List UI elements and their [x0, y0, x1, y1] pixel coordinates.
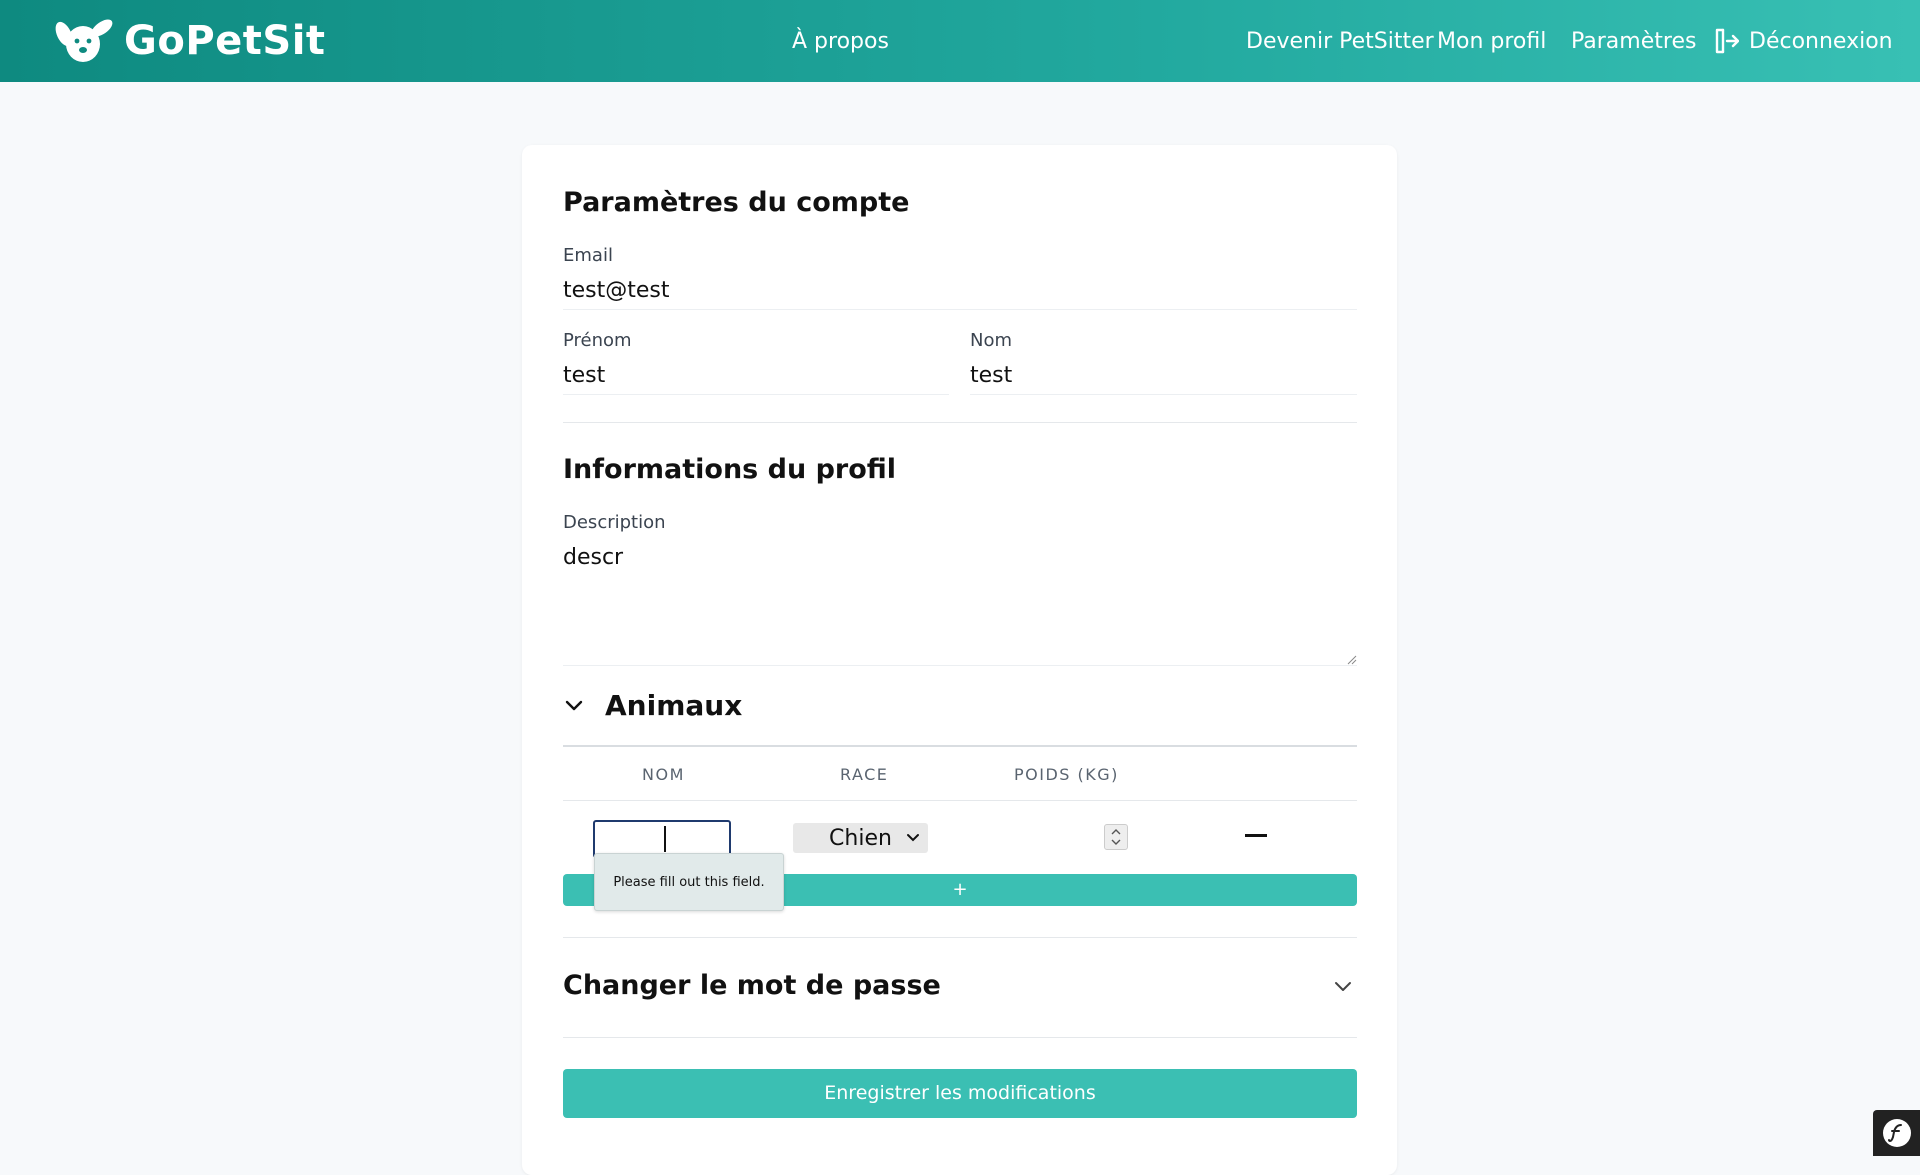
chevron-down-icon — [907, 834, 919, 842]
description-text: descr — [563, 545, 624, 570]
resize-handle-icon[interactable] — [1345, 653, 1357, 665]
chevron-down-icon[interactable] — [1332, 975, 1354, 997]
nav-my-profile[interactable]: Mon profil — [1437, 0, 1546, 82]
symfony-toolbar-toggle[interactable] — [1873, 1110, 1920, 1156]
animal-race-selected: Chien — [829, 825, 892, 851]
logout-icon — [1715, 28, 1739, 54]
remove-icon — [1245, 833, 1267, 837]
description-textarea[interactable]: descr — [563, 540, 1357, 666]
validation-tooltip: Please fill out this field. — [594, 853, 784, 911]
section-divider — [563, 1037, 1357, 1038]
dog-logo-icon — [55, 19, 113, 62]
column-header-name: NOM — [642, 765, 685, 784]
column-header-race: RACE — [840, 765, 889, 784]
top-navbar: GoPetSit À propos Devenir PetSitter Mon … — [0, 0, 1920, 82]
firstname-field[interactable]: test — [563, 358, 949, 395]
lastname-field[interactable]: test — [970, 358, 1357, 395]
animals-title: Animaux — [605, 688, 743, 722]
change-password-title[interactable]: Changer le mot de passe — [563, 970, 941, 1001]
save-changes-button[interactable]: Enregistrer les modifications — [563, 1069, 1357, 1118]
column-header-weight: POIDS (KG) — [1014, 765, 1119, 784]
email-field[interactable]: test@test — [563, 273, 1357, 310]
profile-info-title: Informations du profil — [563, 454, 897, 485]
animal-weight-stepper[interactable] — [1104, 824, 1128, 850]
lastname-label: Nom — [970, 330, 1013, 351]
section-divider — [563, 937, 1357, 938]
stepper-arrows-icon — [1111, 829, 1121, 845]
settings-card: Paramètres du compte Email test@test Pré… — [522, 145, 1397, 1175]
brand-name: GoPetSit — [124, 18, 326, 64]
text-caret — [664, 826, 666, 852]
description-label: Description — [563, 512, 666, 533]
nav-about[interactable]: À propos — [792, 0, 889, 82]
table-top-border — [563, 745, 1357, 747]
section-divider — [563, 422, 1357, 423]
nav-logout[interactable]: Déconnexion — [1713, 0, 1893, 82]
symfony-icon — [1882, 1119, 1911, 1147]
firstname-label: Prénom — [563, 330, 632, 351]
nav-become-petsitter[interactable]: Devenir PetSitter — [1246, 0, 1434, 82]
nav-logout-label: Déconnexion — [1749, 28, 1893, 54]
animals-section-toggle[interactable]: Animaux — [563, 685, 742, 725]
email-label: Email — [563, 245, 613, 266]
nav-settings[interactable]: Paramètres — [1571, 0, 1696, 82]
table-header-border — [563, 800, 1357, 801]
account-settings-title: Paramètres du compte — [563, 187, 910, 218]
brand-logo[interactable]: GoPetSit — [50, 14, 326, 68]
animal-race-select[interactable]: Chien — [793, 823, 928, 853]
remove-animal-button[interactable] — [1244, 827, 1268, 843]
chevron-down-icon — [565, 700, 583, 711]
